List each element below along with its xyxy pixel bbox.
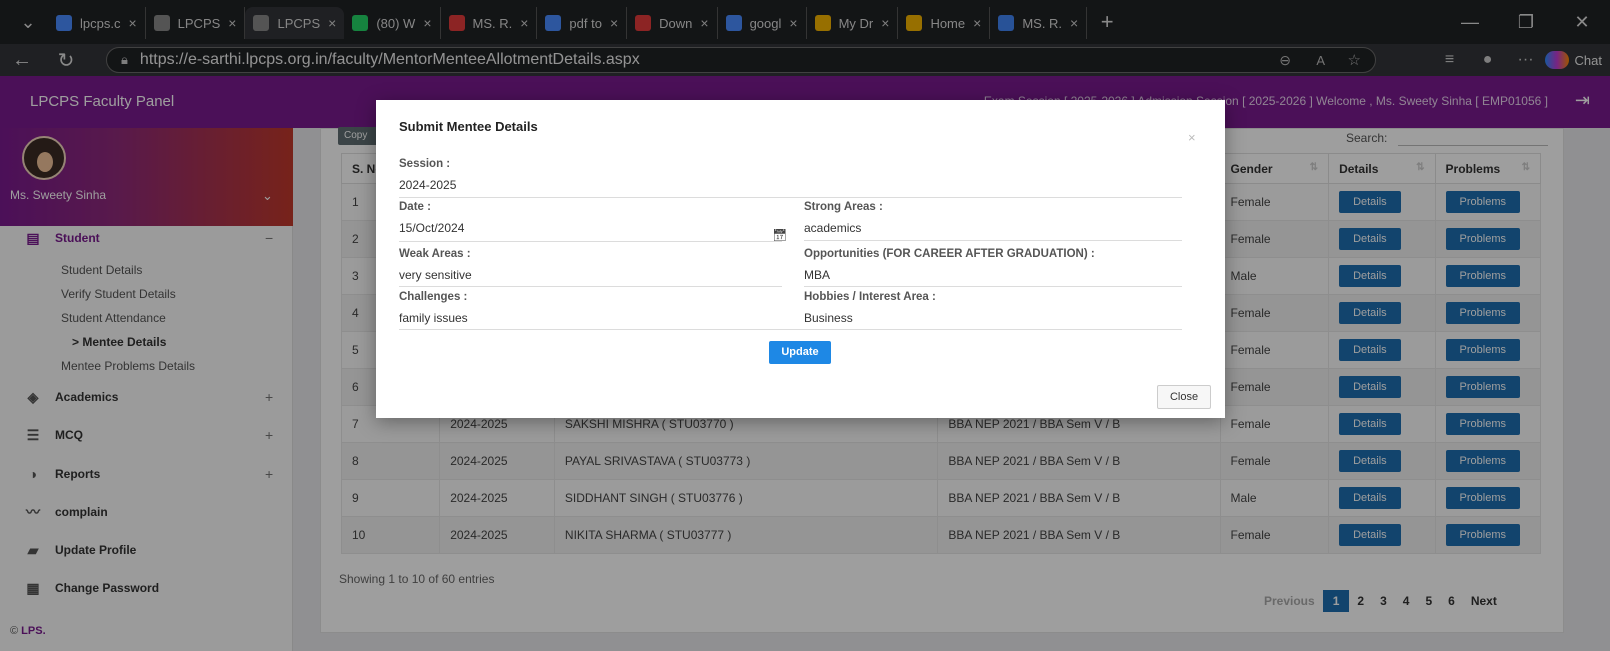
session-label: Session :	[399, 158, 451, 170]
strong-areas-field[interactable]: academics	[804, 221, 861, 235]
date-label: Date :	[399, 201, 431, 213]
session-underline	[399, 197, 1182, 198]
update-button[interactable]: Update	[769, 341, 831, 364]
opportunities-underline	[804, 286, 1182, 287]
mentee-details-modal: Submit Mentee Details × Session : 2024-2…	[376, 100, 1225, 418]
hobbies-label: Hobbies / Interest Area :	[804, 291, 936, 303]
close-button[interactable]: Close	[1157, 385, 1211, 409]
date-underline	[399, 241, 782, 242]
weak-areas-label: Weak Areas :	[399, 248, 471, 260]
date-field[interactable]: 15/Oct/2024	[399, 221, 464, 235]
challenges-underline	[399, 329, 1182, 330]
weak-areas-field[interactable]: very sensitive	[399, 268, 472, 282]
challenges-label: Challenges :	[399, 291, 468, 303]
hobbies-field[interactable]: Business	[804, 311, 853, 325]
modal-close-icon[interactable]: ×	[1188, 130, 1196, 145]
challenges-field[interactable]: family issues	[399, 311, 468, 325]
opportunities-field[interactable]: MBA	[804, 268, 830, 282]
weak-areas-underline	[399, 286, 782, 287]
strong-areas-underline	[804, 240, 1182, 241]
calendar-icon[interactable]: 📅︎	[772, 228, 787, 242]
session-field[interactable]: 2024-2025	[399, 178, 456, 192]
modal-title: Submit Mentee Details	[399, 119, 538, 134]
strong-areas-label: Strong Areas :	[804, 201, 883, 213]
opportunities-label: Opportunities (FOR CAREER AFTER GRADUATI…	[804, 248, 1095, 260]
